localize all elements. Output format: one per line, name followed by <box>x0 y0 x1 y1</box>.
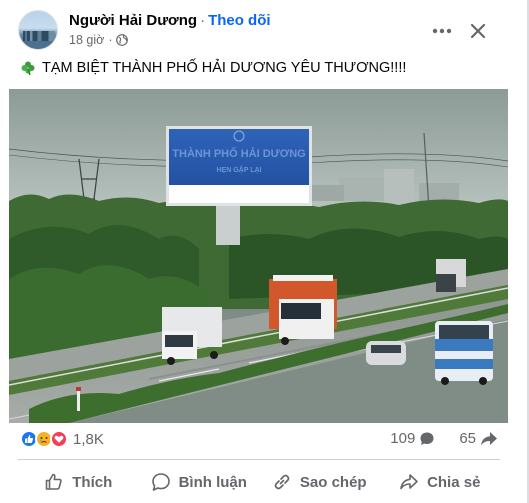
billboard-text: THÀNH PHỐ HẢI DƯƠNG <box>172 146 305 160</box>
post-header: Người Hải Dương · Theo dõi 18 giờ · <box>18 10 513 52</box>
post-card: Người Hải Dương · Theo dõi 18 giờ · TẠM … <box>0 0 529 503</box>
like-button[interactable]: Thích <box>18 464 139 500</box>
caption-text: TẠM BIỆT THÀNH PHỐ HẢI DƯƠNG YÊU THƯƠNG!… <box>42 60 407 76</box>
post-meta: 18 giờ · <box>69 33 129 47</box>
share-arrow-icon <box>481 431 497 445</box>
comment-button[interactable]: Bình luận <box>139 464 260 500</box>
copy-button[interactable]: Sao chép <box>259 464 380 500</box>
love-icon <box>50 430 68 448</box>
comment-count[interactable]: 109 <box>390 430 415 447</box>
action-bar: Thích Bình luận Sao chép Chia sẻ <box>18 464 500 500</box>
follow-button[interactable]: Theo dõi <box>208 12 271 29</box>
comment-label: Bình luận <box>178 473 247 491</box>
billboard-subtext: HẸN GẶP LẠI <box>217 165 262 174</box>
comment-bubble-icon <box>420 432 434 445</box>
share-icon <box>400 474 418 490</box>
comment-icon <box>151 473 170 491</box>
page-name-row: Người Hải Dương · Theo dõi <box>69 12 271 29</box>
page-name[interactable]: Người Hải Dương <box>69 12 197 29</box>
clover-icon <box>21 61 35 76</box>
actions-divider <box>18 459 500 460</box>
separator: · <box>200 12 206 29</box>
post-time[interactable]: 18 giờ <box>69 33 104 47</box>
time-separator: · <box>108 33 113 47</box>
copy-label: Sao chép <box>299 473 367 491</box>
highway-photo: THÀNH PHỐ HẢI DƯƠNG HẸN GẶP LẠI <box>9 89 508 423</box>
post-stats: 1,8K 109 65 <box>20 430 498 452</box>
link-icon <box>274 474 290 490</box>
more-options-button[interactable] <box>425 14 459 48</box>
engagement-counts: 109 65 <box>390 430 498 447</box>
more-icon <box>432 28 452 34</box>
thumbs-up-icon <box>45 473 62 490</box>
close-icon <box>470 23 486 39</box>
post-photo[interactable]: THÀNH PHỐ HẢI DƯƠNG HẸN GẶP LẠI <box>9 89 508 423</box>
share-button[interactable]: Chia sẻ <box>380 464 501 500</box>
post-caption: TẠM BIỆT THÀNH PHỐ HẢI DƯƠNG YÊU THƯƠNG!… <box>20 60 406 76</box>
reactions-summary[interactable]: 1,8K <box>20 430 104 448</box>
page-avatar[interactable] <box>18 10 58 50</box>
share-label: Chia sẻ <box>427 473 481 491</box>
like-label: Thích <box>72 473 113 491</box>
reaction-count: 1,8K <box>73 430 104 448</box>
share-count[interactable]: 65 <box>459 430 476 447</box>
close-button[interactable] <box>461 14 495 48</box>
globe-icon <box>116 34 129 46</box>
